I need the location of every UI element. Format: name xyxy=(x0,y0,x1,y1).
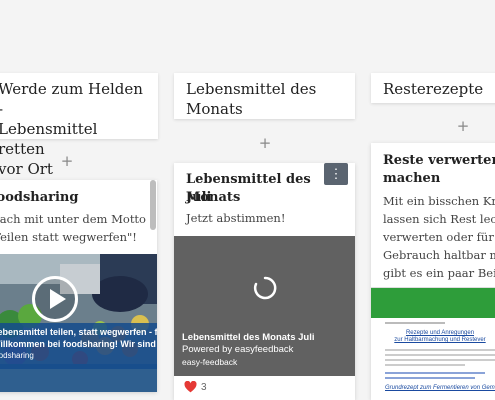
video-thumbnail[interactable]: Lebensmittel teilen, statt wegwerfen - f… xyxy=(0,254,157,392)
post-title: Foodsharing xyxy=(0,190,79,205)
column-title-line: Monats xyxy=(186,100,243,118)
post-body-line: gibt es ein paar Beispiel: xyxy=(383,266,495,280)
add-post-button[interactable]: + xyxy=(456,119,470,134)
post-body-line: "Teilen statt wegwerfen"! xyxy=(0,230,137,244)
column-title-line: Lebensmittel des xyxy=(186,80,317,98)
card-scrollbar[interactable] xyxy=(150,180,156,230)
embed-source: easy-feedback xyxy=(182,357,238,367)
add-post-button[interactable]: + xyxy=(258,136,272,151)
video-description: Willkommen bei foodsharing! Wir sind ei.… xyxy=(0,339,157,349)
video-title: Lebensmittel teilen, statt wegwerfen - f… xyxy=(0,327,157,337)
post-body-line: Mach mit unter dem Motto xyxy=(0,212,146,226)
document-footer-heading: Grundrezept zum Fermentieren von Gemüse xyxy=(385,385,495,391)
like-count: 3 xyxy=(201,381,207,393)
document-lines: Rezepte und Anregungen zur Haltbarmachun… xyxy=(385,322,495,392)
embed-powered-by: Powered by easyfeedback xyxy=(182,344,294,355)
play-button[interactable] xyxy=(32,276,78,322)
post-title-line: Juli xyxy=(186,190,212,205)
play-icon xyxy=(50,289,66,309)
post-title-line: Reste verwerten und xyxy=(383,153,495,168)
embed-caption: Lebensmittel des Monats Juli Powered by … xyxy=(182,332,315,368)
column-title: Resterezepte xyxy=(383,80,484,98)
add-post-button[interactable]: + xyxy=(60,154,74,169)
column-header[interactable]: Resterezepte xyxy=(371,73,495,103)
document-preview[interactable]: Rezepte und Anregungen zur Haltbarmachun… xyxy=(371,287,495,400)
document-green-banner xyxy=(371,288,495,318)
column-title-line: Werde zum Helden - xyxy=(0,80,143,118)
document-heading: Rezepte und Anregungen zur Haltbarmachun… xyxy=(385,330,495,344)
post-card-resterezepte[interactable]: Reste verwerten und machen Mit ein bissc… xyxy=(371,143,495,400)
document-heading-line: Rezepte und Anregungen xyxy=(405,330,475,336)
easyfeedback-embed[interactable]: Lebensmittel des Monats Juli Powered by … xyxy=(174,236,355,376)
post-body: Jetzt abstimmen! xyxy=(186,211,286,225)
video-source: foodsharing xyxy=(0,351,34,360)
column-resterezepte: Resterezepte + Reste verwerten und mache… xyxy=(371,0,495,400)
column-lebensmittel-des-monats: Lebensmittel des Monats + Lebensmittel d… xyxy=(174,0,355,400)
embed-title: Lebensmittel des Monats Juli xyxy=(182,332,315,343)
column-header[interactable]: Lebensmittel des Monats xyxy=(174,73,355,119)
post-menu-button[interactable]: ⋮ xyxy=(324,163,348,185)
document-heading-line: zur Haltbarmachung und Restever xyxy=(394,337,486,343)
column-header[interactable]: Werde zum Helden - Lebensmittel retten v… xyxy=(0,73,158,178)
post-body-line: verwerten oder für den s xyxy=(383,230,495,244)
column-werde-zum-helden: Werde zum Helden - Lebensmittel retten v… xyxy=(0,0,158,400)
post-title-line: machen xyxy=(383,171,441,186)
post-card-lebensmittel-juli[interactable]: Lebensmittel des Monats Juli ⋮ Jetzt abs… xyxy=(174,163,355,400)
heart-icon xyxy=(184,381,197,393)
column-title-line: Lebensmittel retten xyxy=(0,120,98,158)
like-button[interactable]: 3 xyxy=(184,381,207,393)
video-caption: Lebensmittel teilen, statt wegwerfen - f… xyxy=(0,323,157,369)
post-body-line: lassen sich Rest lecker w xyxy=(383,212,495,226)
post-body-line: Gebrauch haltbar mache xyxy=(383,248,495,262)
loading-spinner-icon xyxy=(253,276,277,300)
post-card-foodsharing[interactable]: Foodsharing Mach mit unter dem Motto "Te… xyxy=(0,180,157,392)
post-body-line: Mit ein bisschen Kreativ xyxy=(383,194,495,208)
